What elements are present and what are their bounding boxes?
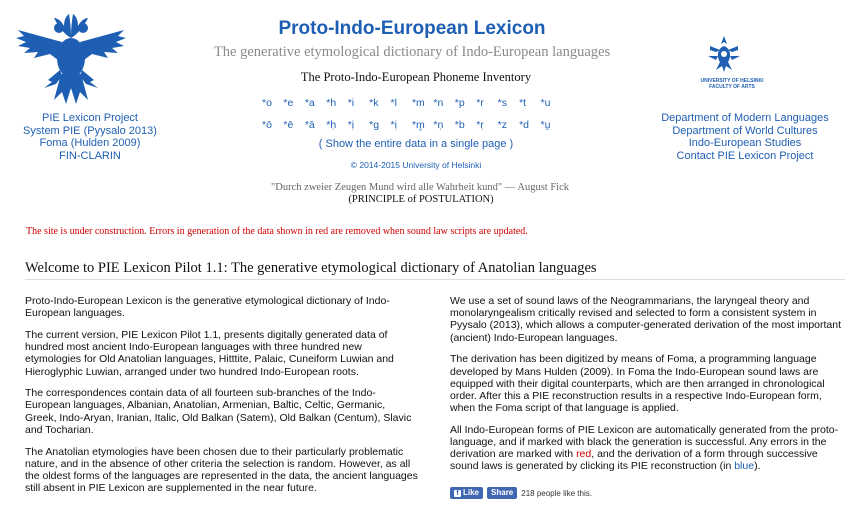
phoneme-link[interactable]: *ā	[305, 119, 326, 131]
phoneme-link[interactable]: *a	[305, 97, 326, 109]
red-word: red	[576, 448, 592, 461]
fick-quote: "Durch zweier Zeugen Mund wird alle Wahr…	[271, 182, 569, 193]
paragraph: The current version, PIE Lexicon Pilot 1…	[25, 328, 394, 378]
phoneme-link[interactable]: *ị	[391, 119, 412, 131]
phoneme-link[interactable]: *ị	[348, 119, 369, 131]
paragraph: The correspondences contain data of all …	[25, 387, 412, 436]
phoneme-link[interactable]: *i	[348, 97, 369, 109]
right-text-column: We use a set of sound laws of the Neogra…	[450, 295, 845, 482]
construction-notice: The site is under construction. Errors i…	[26, 226, 528, 237]
phoneme-link[interactable]: *s	[498, 97, 519, 109]
phoneme-link[interactable]: *o	[262, 97, 283, 109]
link-modern-languages[interactable]: Department of Modern Languages	[650, 112, 840, 125]
phoneme-row-1: *o *e *a *h *i *k *l *m *n *p *r *s *t *…	[262, 97, 562, 109]
like-label: Like	[463, 488, 480, 497]
phoneme-link[interactable]: *b	[455, 119, 476, 131]
phoneme-link[interactable]: *k	[369, 97, 390, 109]
phoneme-link[interactable]: *ṇ	[433, 119, 454, 131]
paragraph: We use a set of sound laws of the Neogra…	[450, 295, 842, 344]
phoneme-link[interactable]: *m̥	[412, 119, 433, 131]
phoneme-link[interactable]: *ē	[283, 119, 304, 131]
site-title[interactable]: Proto-Indo-European Lexicon	[0, 18, 824, 40]
phoneme-link[interactable]: *u	[540, 97, 561, 109]
phoneme-link[interactable]: *e	[283, 97, 304, 109]
phoneme-link[interactable]: *r	[476, 97, 497, 109]
facebook-bar: f Like Share 218 people like this.	[450, 487, 592, 499]
paragraph: The Anatolian etymologies have been chos…	[25, 445, 418, 495]
link-system-pie[interactable]: System PIE (Pyysalo 2013)	[20, 125, 160, 138]
site-subtitle: The generative etymological dictionary o…	[213, 44, 611, 60]
faculty-name: FACULTY OF ARTS	[709, 84, 755, 90]
blue-word: blue	[734, 460, 755, 473]
phoneme-link[interactable]: *n	[433, 97, 454, 109]
link-contact[interactable]: Contact PIE Lexicon Project	[650, 150, 840, 163]
facebook-icon: f	[454, 489, 461, 497]
phoneme-link[interactable]: *h	[326, 97, 347, 109]
phoneme-link[interactable]: *ō	[262, 119, 283, 131]
right-links: Department of Modern Languages Departmen…	[650, 112, 840, 162]
phoneme-link[interactable]: *t	[519, 97, 540, 109]
facebook-like-button[interactable]: f Like	[450, 487, 484, 499]
principle-of-postulation: (PRINCIPLE of POSTULATION)	[348, 194, 494, 205]
paragraph-color-legend: All Indo-European forms of PIE Lexicon a…	[450, 424, 845, 473]
phoneme-link[interactable]: *d	[519, 119, 540, 131]
paragraph: The derivation has been digitized by mea…	[450, 353, 825, 415]
phoneme-link[interactable]: *l	[391, 97, 412, 109]
facebook-share-button[interactable]: Share	[487, 487, 518, 499]
phoneme-link[interactable]: *ḥ	[326, 119, 347, 131]
phoneme-row-2: *ō *ē *ā *ḥ *ị *g *ị *m̥ *ṇ *b *ṛ *z *d …	[262, 119, 562, 131]
left-links: PIE Lexicon Project System PIE (Pyysalo …	[20, 112, 160, 162]
phoneme-link[interactable]: *z	[498, 119, 519, 131]
link-pie-lexicon-project[interactable]: PIE Lexicon Project	[20, 112, 160, 125]
phoneme-link[interactable]: *ṛ	[476, 119, 497, 131]
phoneme-link[interactable]: *g	[369, 119, 390, 131]
phoneme-link[interactable]: *m	[412, 97, 433, 109]
share-label: Share	[491, 488, 514, 497]
phoneme-link[interactable]: *u̯	[540, 119, 561, 131]
paragraph: Proto-Indo-European Lexicon is the gener…	[25, 295, 390, 320]
left-text-column: Proto-Indo-European Lexicon is the gener…	[25, 295, 418, 504]
text: ).	[754, 460, 761, 473]
link-world-cultures[interactable]: Department of World Cultures	[650, 125, 840, 138]
heading-divider	[25, 279, 845, 280]
university-name: UNIVERSITY OF HELSINKI FACULTY OF ARTS	[692, 78, 772, 90]
like-count: 218 people like this.	[521, 488, 592, 498]
phoneme-link[interactable]: *p	[455, 97, 476, 109]
university-of-helsinki-logo	[708, 36, 740, 72]
link-indo-european-studies[interactable]: Indo-European Studies	[650, 137, 840, 150]
welcome-heading: Welcome to PIE Lexicon Pilot 1.1: The ge…	[25, 260, 597, 276]
